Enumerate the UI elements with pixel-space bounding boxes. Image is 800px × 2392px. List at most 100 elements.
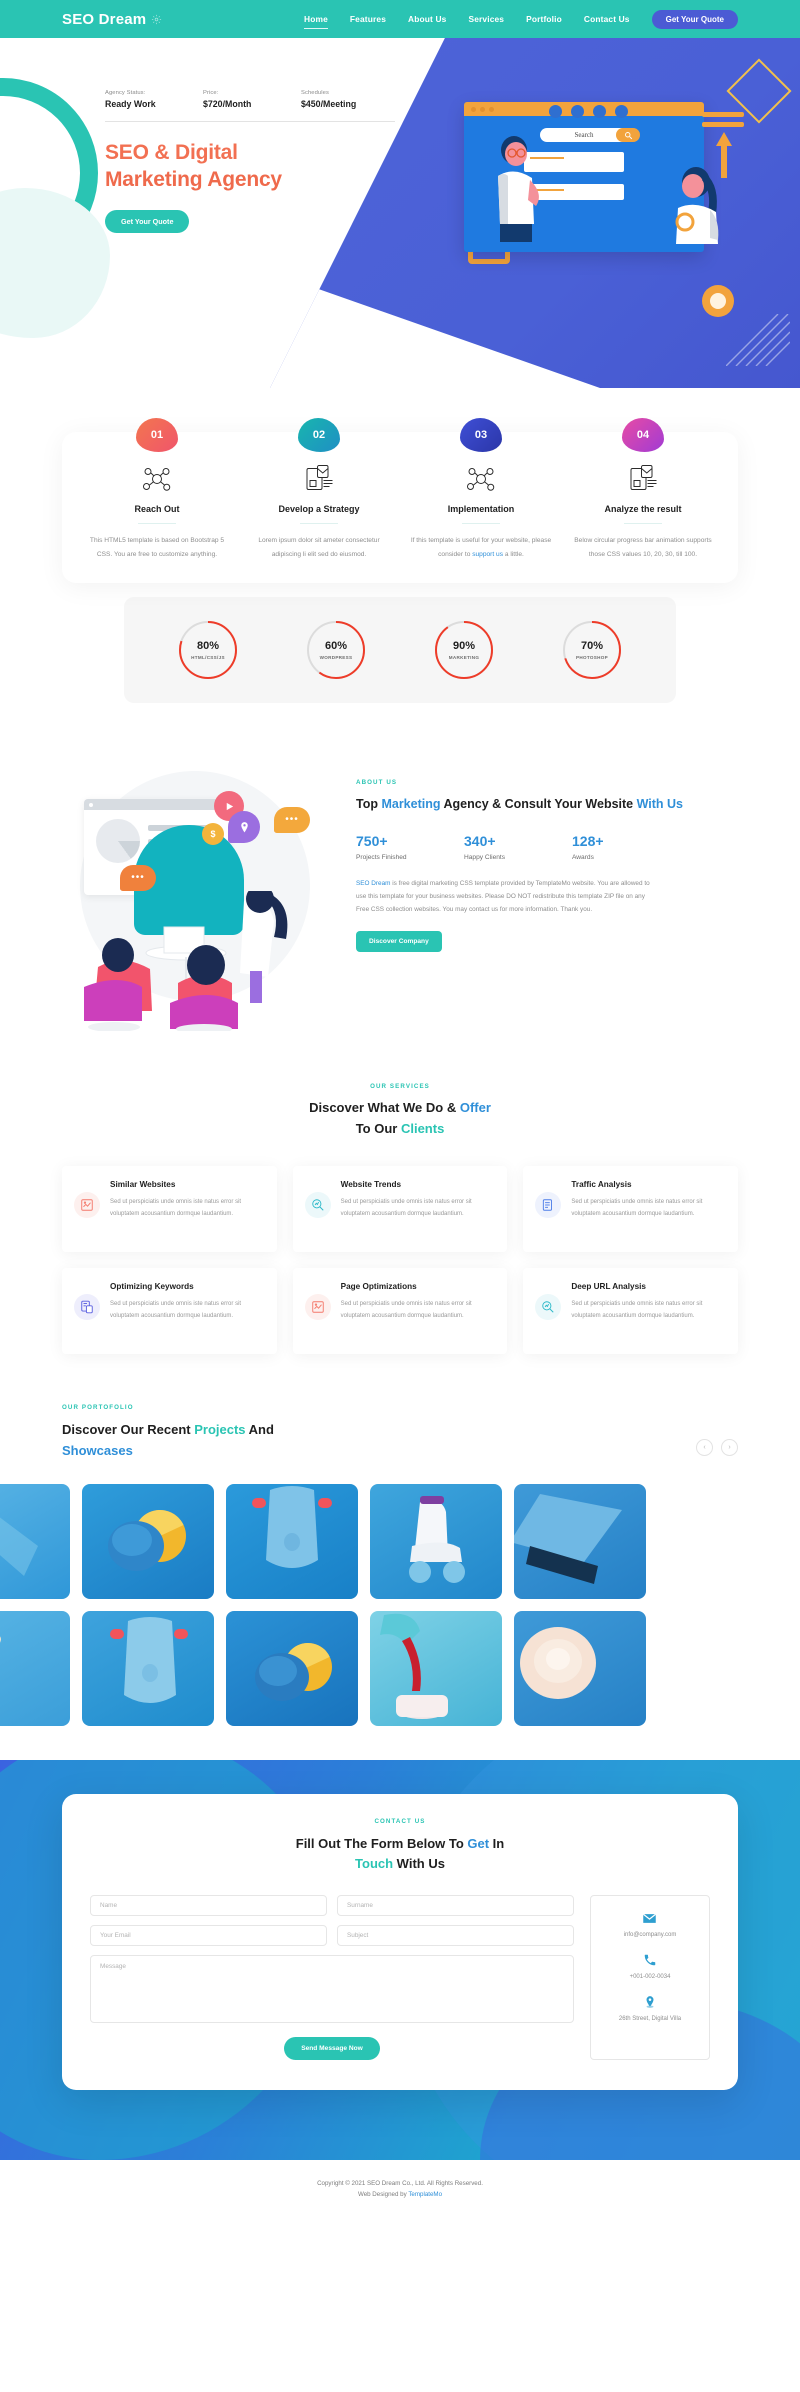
stat-label: Awards xyxy=(572,853,594,861)
process-number-badge: 02 xyxy=(298,418,340,452)
support-us-link[interactable]: support us xyxy=(472,551,503,558)
search-analytics-icon xyxy=(535,1294,562,1321)
about-title-a: Top xyxy=(356,797,382,812)
service-card-optimizing-keywords[interactable]: Optimizing Keywords Sed ut perspiciatis … xyxy=(62,1268,277,1355)
roller-skate-thumbnail[interactable] xyxy=(370,1483,502,1599)
process-title: Reach Out xyxy=(134,504,180,514)
portfolio-title-b: And xyxy=(245,1422,274,1438)
seo-dream-link[interactable]: SEO Dream xyxy=(356,880,390,887)
surname-input[interactable]: Surname xyxy=(337,1895,574,1917)
footer: Copyright © 2021 SEO Dream Co., Ltd. All… xyxy=(0,2159,800,2222)
skill-value: 60% xyxy=(324,639,348,652)
contact-info-text[interactable]: info@company.com xyxy=(624,1932,677,1938)
hero-content: Agency Status: Ready Work Price: $720/Mo… xyxy=(0,38,420,233)
process-text-body: This HTML5 template is based on Bootstra… xyxy=(89,537,225,558)
subject-input[interactable]: Subject xyxy=(337,1925,574,1947)
nav-link-services[interactable]: Services xyxy=(468,14,504,24)
top-navigation-bar: SEO Dream Home Features About Us Service… xyxy=(0,0,800,38)
service-text: Sed ut perspiciatis unde omnis iste natu… xyxy=(340,1301,472,1320)
page-title: SEO & Digital Marketing Agency xyxy=(105,140,420,194)
process-card: 01 Reach Out This HTML5 template is base… xyxy=(62,418,738,584)
white-rose-thumbnail[interactable] xyxy=(514,1610,646,1726)
discover-company-button[interactable]: Discover Company xyxy=(356,930,442,952)
process-text: If this template is useful for your webs… xyxy=(410,534,552,561)
blue-skateboard-thumbnail[interactable] xyxy=(226,1483,358,1599)
nav-links: Home Features About Us Services Portfoli… xyxy=(304,9,738,29)
about-stat-awards: 128+ Awards xyxy=(572,833,604,861)
chevron-right-icon[interactable]: › xyxy=(721,1438,738,1456)
divider xyxy=(300,523,338,525)
stat-label: Happy Clients xyxy=(464,853,506,861)
skill-ring-3: 90% MARKETING xyxy=(400,619,528,681)
people-at-table-graphic xyxy=(84,891,288,1032)
chart-image-icon xyxy=(74,1192,100,1219)
hero-stat-price: Price: $720/Month xyxy=(203,90,275,109)
process-number-badge: 03 xyxy=(460,418,502,452)
team-meeting-illustration: $ ••• ••• xyxy=(62,761,332,1032)
blue-skateboard-thumbnail[interactable] xyxy=(82,1610,214,1726)
services-title-a: Discover What We Do & xyxy=(309,1100,460,1116)
orange-bar-2 xyxy=(702,122,744,127)
brand-logo[interactable]: SEO Dream xyxy=(62,11,162,28)
message-textarea[interactable]: Message xyxy=(90,1955,574,2024)
process-title: Analyze the result xyxy=(604,504,682,514)
about-stat-projects: 750+ Projects Finished xyxy=(356,833,464,861)
name-input[interactable]: Name xyxy=(90,1895,327,1917)
about-stats: 750+ Projects Finished 340+ Happy Client… xyxy=(356,833,738,861)
contact-info-phone: +001-002-0034 xyxy=(630,1952,671,1980)
hero-stat-label: Agency Status: xyxy=(105,90,146,96)
blue-orange-fruit-thumbnail[interactable] xyxy=(82,1483,214,1599)
nav-link-home[interactable]: Home xyxy=(304,14,328,29)
document-layout-icon xyxy=(572,462,714,496)
nav-link-about-us[interactable]: About Us xyxy=(408,14,446,24)
document-layout-icon xyxy=(248,462,390,496)
service-card-website-trends[interactable]: Website Trends Sed ut perspiciatis unde … xyxy=(292,1166,508,1253)
hero-stat-value: $450/Meeting xyxy=(301,99,357,109)
get-your-quote-button[interactable]: Get Your Quote xyxy=(651,9,738,29)
pouring-drink-thumbnail[interactable] xyxy=(370,1610,502,1726)
nav-link-features[interactable]: Features xyxy=(350,14,386,24)
illustration-person-male xyxy=(498,136,539,242)
tennis-racket-thumbnail[interactable] xyxy=(0,1483,70,1599)
footer-credit-prefix: Web Designed by xyxy=(357,2191,409,2199)
designer-link[interactable]: TemplateMo xyxy=(408,2191,442,2198)
service-card-page-optimizations[interactable]: Page Optimizations Sed ut perspiciatis u… xyxy=(292,1268,508,1355)
send-message-button[interactable]: Send Message Now xyxy=(284,2037,380,2061)
skill-ring-4: 70% PHOTOSHOP xyxy=(528,619,656,681)
process-item-4: 04 Analyze the result Below circular pro… xyxy=(562,418,724,561)
phone-icon xyxy=(630,1952,671,1968)
email-input[interactable]: Your Email xyxy=(90,1925,327,1947)
keyword-page-icon xyxy=(74,1294,100,1321)
footer-copyright: Copyright © 2021 SEO Dream Co., Ltd. All… xyxy=(317,2179,483,2187)
service-title: Deep URL Analysis xyxy=(571,1282,646,1292)
hero-stat-label: Price: xyxy=(203,90,219,96)
contact-eyebrow: CONTACT US xyxy=(374,1817,426,1825)
landing-page: SEO Dream Home Features About Us Service… xyxy=(0,0,800,2222)
process-item-1: 01 Reach Out This HTML5 template is base… xyxy=(76,418,238,561)
service-card-deep-url-analysis[interactable]: Deep URL Analysis Sed ut perspiciatis un… xyxy=(523,1268,738,1355)
hero-stat-value: $720/Month xyxy=(203,99,252,109)
nav-link-contact-us[interactable]: Contact Us xyxy=(584,14,630,24)
blue-orange-fruit-thumbnail[interactable] xyxy=(226,1610,358,1726)
stat-label: Projects Finished xyxy=(356,853,407,861)
illustration-search-icon xyxy=(616,128,640,142)
contact-info-panel: info@company.com +001-002-0034 26th Stre… xyxy=(590,1895,710,2061)
portfolio-title-highlight-2: Showcases xyxy=(62,1442,133,1458)
network-share-icon xyxy=(86,462,228,496)
service-card-similar-websites[interactable]: Similar Websites Sed ut perspiciatis und… xyxy=(62,1166,277,1253)
portfolio-gallery xyxy=(0,1483,800,1726)
contact-info-text[interactable]: 26th Street, Digital Villa xyxy=(619,2016,681,2022)
skills-progress-band: 80% HTML/CSS/JS 60% WORDPRESS 90% MARKET… xyxy=(124,597,676,704)
contact-info-text[interactable]: +001-002-0034 xyxy=(630,1974,671,1980)
hero-get-quote-button[interactable]: Get Your Quote xyxy=(105,209,190,233)
process-text-body: Below circular progress bar animation su… xyxy=(574,537,712,558)
services-grid: Similar Websites Sed ut perspiciatis und… xyxy=(62,1166,738,1355)
portfolio-eyebrow: OUR PORTOFOLIO xyxy=(62,1404,134,1412)
laptop-thumbnail[interactable] xyxy=(514,1483,646,1599)
service-card-traffic-analysis[interactable]: Traffic Analysis Sed ut perspiciatis und… xyxy=(523,1166,738,1253)
hero-title-line2: Marketing Agency xyxy=(105,167,282,191)
nav-link-portfolio[interactable]: Portfolio xyxy=(526,14,562,24)
portfolio-title: Discover Our Recent Projects And Showcas… xyxy=(62,1420,274,1462)
dried-flower-thumbnail[interactable] xyxy=(0,1610,70,1726)
chevron-left-icon[interactable]: ‹ xyxy=(696,1438,713,1456)
